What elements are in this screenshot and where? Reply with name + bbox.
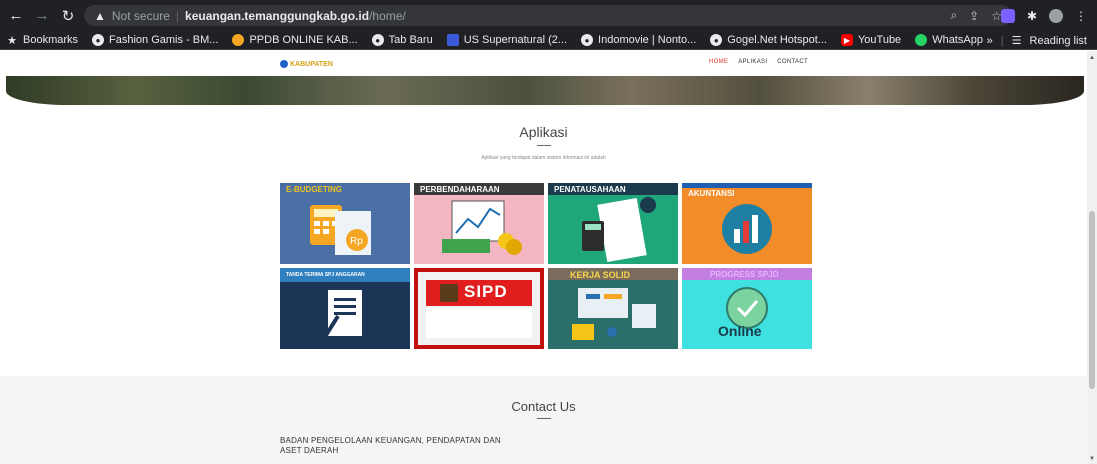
bookmarks-right: » | ☰ Reading list — [987, 31, 1087, 50]
bookmark-item[interactable]: ★ Bookmarks — [6, 34, 78, 47]
bookmark-item[interactable]: ● Fashion Gamis - BM... — [92, 34, 218, 46]
url-path[interactable]: /home/ — [369, 9, 406, 23]
menu-kebab-icon[interactable]: ⋮ — [1075, 9, 1087, 23]
svg-text:Rp: Rp — [350, 236, 363, 247]
globe-icon: ● — [92, 34, 105, 46]
star-icon: ★ — [7, 34, 17, 47]
sipd-white-panel — [426, 308, 532, 338]
address-separator: | — [175, 8, 180, 23]
extensions-area: ✱ ⋮ — [1000, 5, 1087, 26]
site-navbar: KABUPATEN HOME APLIKASI CONTACT — [0, 51, 1087, 76]
checklist-document-icon — [318, 290, 362, 336]
more-bookmarks-button[interactable]: » — [987, 35, 993, 47]
extension-icon[interactable] — [1000, 8, 1015, 23]
avatar[interactable] — [1049, 8, 1063, 23]
tile-kerja-solid[interactable]: KERJA SOLID — [548, 268, 678, 349]
tv-icon — [446, 34, 459, 46]
whatsapp-icon — [915, 34, 928, 46]
bar-chart-icon — [722, 204, 772, 254]
share-icon[interactable]: ⇪ — [969, 9, 979, 23]
forward-arrow-icon[interactable]: → — [32, 6, 52, 26]
app-grid: E-BUDGETING Rp PERBENDAHARAAN PENATAUSAH… — [280, 183, 812, 349]
menu-aplikasi[interactable]: APLIKASI — [738, 59, 767, 65]
scroll-thumb[interactable] — [1089, 211, 1095, 389]
menu-contact[interactable]: CONTACT — [777, 59, 808, 65]
menu-home[interactable]: HOME — [709, 59, 728, 65]
main-menu: HOME APLIKASI CONTACT — [709, 59, 808, 65]
warning-icon[interactable]: ▲ — [94, 9, 106, 23]
tile-sipd[interactable]: SIPD — [414, 268, 544, 349]
aplikasi-subtitle: Aplikasi yang terdapat dalam sistem info… — [481, 155, 606, 161]
logo-emblem-icon — [280, 60, 288, 68]
back-arrow-icon[interactable]: ← — [6, 6, 26, 26]
globe-icon: ● — [371, 34, 384, 46]
aplikasi-title: Aplikasi — [519, 124, 568, 140]
scroll-up-arrow-icon[interactable]: ▲ — [1088, 55, 1096, 61]
online-text: Online — [718, 323, 762, 339]
scroll-down-arrow-icon[interactable]: ▼ — [1088, 456, 1096, 462]
bookmark-item[interactable]: ● Tab Baru — [371, 34, 433, 46]
divider: | — [1000, 34, 1004, 47]
bookmark-item[interactable]: PPDB ONLINE KAB... — [232, 34, 358, 46]
search-icon[interactable]: ⌕ — [950, 8, 957, 23]
bookmarks-bar: ★ Bookmarks ● Fashion Gamis - BM... PPDB O… — [0, 31, 1097, 50]
tile-progress-spjd[interactable]: PROGRESS SPJD Online — [682, 268, 812, 349]
url-host[interactable]: keuangan.temanggungkab.go.id — [185, 9, 369, 23]
document-calculator-icon — [582, 197, 656, 263]
sipd-logo-text: SIPD — [464, 282, 508, 301]
contact-section — [0, 376, 1087, 464]
page-scrollbar[interactable]: ▲ ▼ — [1087, 51, 1097, 464]
address-bar[interactable]: ▲ Not secure | keuangan.temanggungkab.go… — [84, 5, 1012, 26]
contact-title: Contact Us — [511, 399, 576, 414]
browser-toolbar: ← → ↻ ▲ Not secure | keuangan.temanggung… — [0, 0, 1097, 31]
page-viewport: KABUPATEN HOME APLIKASI CONTACT Aplikasi… — [0, 51, 1087, 464]
bookmark-item[interactable]: WhatsApp — [915, 34, 983, 46]
bookmark-item[interactable]: ● Gogel.Net Hotspot... — [710, 34, 827, 46]
chart-money-icon — [442, 200, 522, 255]
garuda-emblem-icon — [440, 284, 458, 302]
reload-icon[interactable]: ↻ — [58, 6, 78, 26]
tile-e-budgeting[interactable]: E-BUDGETING Rp — [280, 183, 410, 264]
dashboard-workspace-icon — [572, 288, 656, 340]
bookmark-item[interactable]: ● Indomovie | Nonto... — [581, 34, 696, 46]
bookmark-item[interactable]: US Supernatural (2... — [446, 34, 567, 46]
ppdb-icon — [232, 34, 245, 46]
hero-banner — [6, 76, 1084, 105]
tile-akuntansi[interactable]: AKUNTANSI — [682, 183, 812, 264]
tile-perbendaharaan[interactable]: PERBENDAHARAAN — [414, 183, 544, 264]
globe-icon: ● — [581, 34, 594, 46]
youtube-icon: ▶ — [840, 34, 853, 46]
tile-tanda-terima-spj[interactable]: TANDA TERIMA SPJ ANGGARAN — [280, 268, 410, 349]
site-logo[interactable]: KABUPATEN — [280, 59, 333, 69]
bookmark-item[interactable]: ▶ YouTube — [840, 34, 901, 46]
title-underline — [537, 145, 551, 146]
calculator-money-icon: Rp — [310, 205, 371, 255]
puzzle-icon[interactable]: ✱ — [1027, 9, 1037, 23]
reading-list-button[interactable]: Reading list — [1030, 35, 1087, 47]
globe-icon: ● — [710, 34, 723, 46]
contact-address: BADAN PENGELOLAAN KEUANGAN, PENDAPATAN D… — [280, 436, 501, 455]
omnibox-actions: ⌕ ⇪ ☆ — [950, 5, 1002, 26]
reading-list-icon: ☰ — [1011, 35, 1022, 47]
tile-penatausahaan[interactable]: PENATAUSAHAAN — [548, 183, 678, 264]
not-secure-label[interactable]: Not secure — [112, 9, 170, 23]
title-underline — [537, 418, 551, 419]
